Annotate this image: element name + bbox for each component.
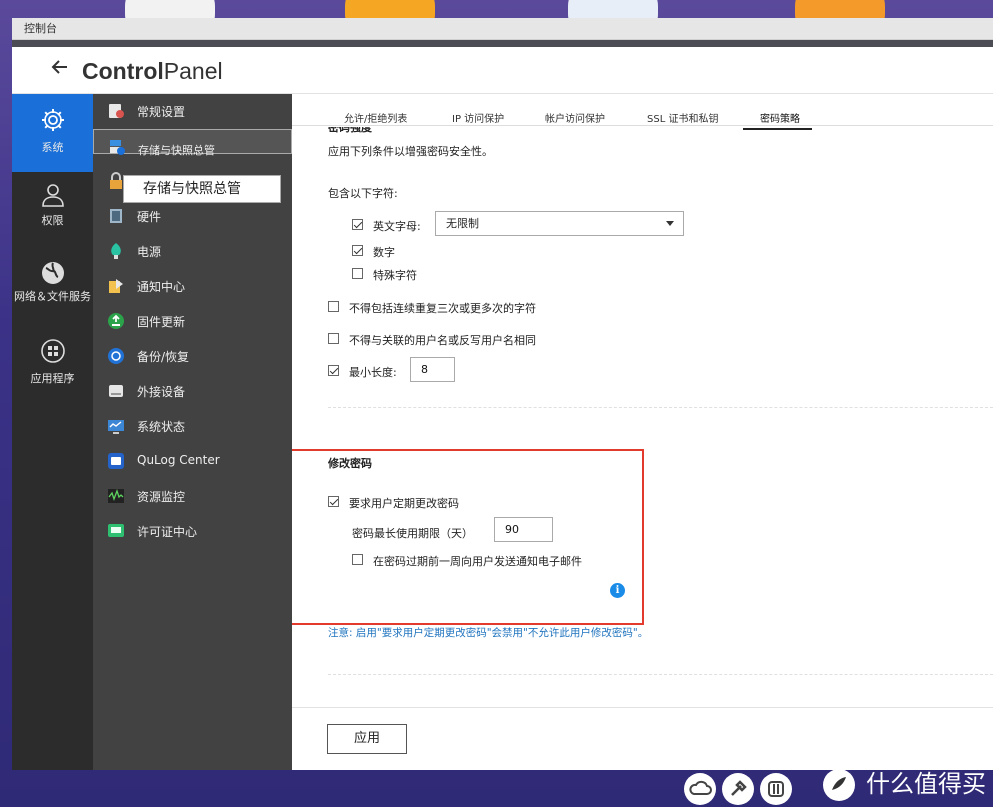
external-device-icon	[109, 385, 123, 397]
system-status-icon	[108, 420, 124, 434]
power-icon	[111, 243, 121, 259]
subnav-item-system-status[interactable]: 系统状态	[93, 409, 292, 444]
general-settings-icon	[109, 104, 124, 118]
apply-button[interactable]: 应用	[327, 724, 407, 754]
special-checkbox[interactable]	[352, 268, 363, 279]
category-network[interactable]: 网络＆文件服务	[12, 260, 93, 320]
titlebar-stripe	[12, 40, 993, 47]
subnav-item-external-device[interactable]: 外接设备	[93, 374, 292, 409]
tab-ip-access[interactable]: IP 访问保护	[452, 110, 504, 125]
subnav-item-qulog[interactable]: QuLog Center	[93, 444, 292, 479]
include-label: 包含以下字符:	[328, 187, 398, 200]
highlight-box	[292, 449, 644, 625]
subnav-item-backup[interactable]: 备份/恢复	[93, 339, 292, 374]
subnav-item-resource-monitor[interactable]: 资源监控	[93, 479, 292, 514]
digits-label: 数字	[373, 246, 395, 259]
tooltip: 存储与快照总管	[123, 175, 281, 203]
min-length-label: 最小长度:	[349, 366, 397, 379]
main-content: 允许/拒绝列表 IP 访问保护 帐户访问保护 SSL 证书和私钥 密码策略 密码…	[292, 94, 993, 770]
category-nav: 系统 权限 网络＆文件服务 应用程序	[12, 94, 93, 770]
intro-text: 应用下列条件以增强密码安全性。	[328, 145, 493, 158]
letters-label: 英文字母:	[373, 220, 421, 233]
resource-monitor-icon	[108, 489, 124, 503]
notification-icon	[109, 279, 123, 293]
page-header: ControlPanel	[12, 48, 993, 94]
settings-body: 密码强度 应用下列条件以增强密码安全性。 包含以下字符: 英文字母: 无限制 数…	[292, 127, 993, 702]
special-label: 特殊字符	[373, 269, 417, 282]
no-username-label: 不得与关联的用户名或反写用户名相同	[349, 334, 536, 347]
letters-select-value: 无限制	[446, 217, 479, 230]
letters-select[interactable]: 无限制	[435, 211, 684, 236]
dock-tools-icon[interactable]	[722, 773, 754, 805]
no-repeat-checkbox[interactable]	[328, 301, 339, 312]
no-repeat-label: 不得包括连续重复三次或更多次的字符	[349, 302, 536, 315]
hardware-icon	[110, 209, 122, 223]
tab-bar: 允许/拒绝列表 IP 访问保护 帐户访问保护 SSL 证书和私钥 密码策略	[292, 108, 993, 130]
license-icon	[108, 524, 124, 537]
category-label: 权限	[41, 214, 64, 227]
letters-checkbox[interactable]	[352, 219, 363, 230]
watermark-logo-icon	[823, 769, 855, 801]
control-panel-window: 控制台 ControlPanel 系统 权限 网络＆文件服务 应用程序 常规设置	[12, 18, 993, 770]
subnav-item-hardware[interactable]: 硬件	[93, 199, 292, 234]
divider	[328, 674, 993, 675]
min-length-input[interactable]: 8	[410, 357, 455, 382]
tab-allow-deny-list[interactable]: 允许/拒绝列表	[344, 110, 407, 125]
category-apps[interactable]: 应用程序	[12, 338, 93, 398]
note-text: 注意: 启用"要求用户定期更改密码"会禁用"不允许此用户修改密码"。	[328, 627, 649, 639]
tab-account-access[interactable]: 帐户访问保护	[545, 110, 605, 125]
divider	[328, 407, 993, 408]
apps-icon	[40, 339, 65, 363]
user-icon	[41, 184, 64, 207]
subnav-item-firmware[interactable]: 固件更新	[93, 304, 292, 339]
back-arrow-icon[interactable]	[50, 57, 70, 83]
category-label: 应用程序	[30, 372, 75, 385]
section-title-strength: 密码强度	[328, 127, 372, 134]
gear-icon	[41, 109, 64, 131]
category-privilege[interactable]: 权限	[12, 182, 93, 242]
digits-checkbox[interactable]	[352, 245, 363, 256]
category-label: 系统	[41, 141, 64, 154]
qulog-icon	[108, 453, 124, 469]
firmware-icon	[108, 313, 124, 329]
min-length-checkbox[interactable]	[328, 365, 339, 376]
backup-icon	[108, 348, 124, 364]
chevron-down-icon	[666, 221, 674, 226]
category-system[interactable]: 系统	[12, 94, 93, 172]
subnav-item-license[interactable]: 许可证中心	[93, 514, 292, 549]
category-label: 网络＆文件服务	[14, 290, 91, 303]
no-username-checkbox[interactable]	[328, 333, 339, 344]
dock-columns-icon[interactable]	[760, 773, 792, 805]
tab-ssl-certificate[interactable]: SSL 证书和私钥	[647, 110, 718, 125]
storage-icon	[110, 140, 125, 155]
page-title: ControlPanel	[82, 58, 223, 84]
dock-cloud-icon[interactable]	[684, 773, 716, 805]
globe-icon	[41, 262, 64, 284]
subnav-item-power[interactable]: 电源	[93, 234, 292, 269]
subnav-item-general[interactable]: 常规设置	[93, 94, 292, 129]
subnav-item-storage[interactable]: 存储与快照总管	[93, 129, 292, 157]
subnav-item-notification[interactable]: 通知中心	[93, 269, 292, 304]
watermark: 什么值得买	[822, 762, 993, 807]
window-titlebar: 控制台	[12, 18, 993, 40]
footer-bar: 应用	[292, 707, 993, 770]
